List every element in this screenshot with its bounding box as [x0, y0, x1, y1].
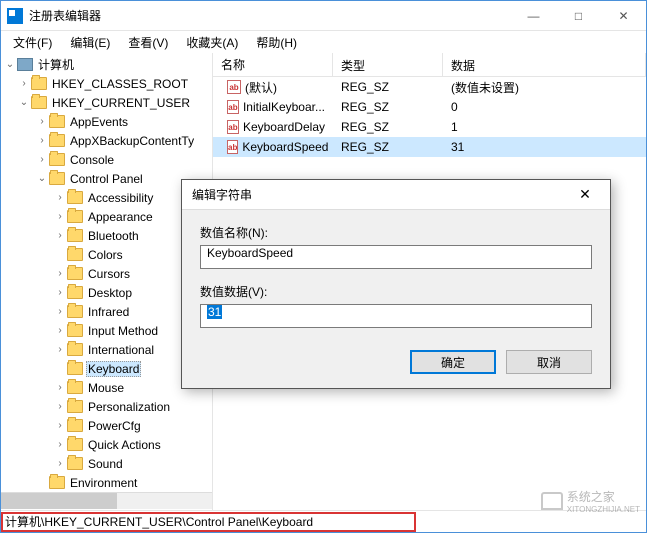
- tree-hkcu[interactable]: ⌄ HKEY_CURRENT_USER: [1, 93, 212, 112]
- folder-icon: [67, 229, 83, 242]
- value-name-label: 数值名称(N):: [200, 224, 592, 241]
- folder-icon: [67, 286, 83, 299]
- folder-icon: [67, 267, 83, 280]
- tree-sound[interactable]: ›Sound: [1, 454, 212, 473]
- folder-icon: [67, 324, 83, 337]
- expander-icon[interactable]: ⌄: [35, 173, 49, 184]
- folder-icon: [67, 210, 83, 223]
- expander-icon[interactable]: ›: [53, 382, 67, 393]
- menubar: 文件(F) 编辑(E) 查看(V) 收藏夹(A) 帮助(H): [1, 31, 646, 53]
- string-value-icon: ab: [227, 80, 241, 94]
- status-path: 计算机\HKEY_CURRENT_USER\Control Panel\Keyb…: [5, 513, 313, 530]
- expander-icon[interactable]: ›: [35, 135, 49, 146]
- expander-icon[interactable]: ›: [53, 458, 67, 469]
- dialog-close-button[interactable]: ✕: [570, 186, 600, 203]
- tree-console[interactable]: ›Console: [1, 150, 212, 169]
- string-value-icon: ab: [227, 100, 239, 114]
- menu-favorites[interactable]: 收藏夹(A): [178, 32, 246, 53]
- dialog-title: 编辑字符串: [192, 186, 570, 203]
- tree-environment[interactable]: Environment: [1, 473, 212, 492]
- folder-icon: [31, 77, 47, 90]
- folder-icon: [67, 438, 83, 451]
- expander-icon[interactable]: ›: [53, 287, 67, 298]
- folder-icon: [49, 115, 65, 128]
- expander-icon[interactable]: ›: [17, 78, 31, 89]
- menu-file[interactable]: 文件(F): [5, 32, 60, 53]
- value-data-label: 数值数据(V):: [200, 283, 592, 300]
- list-row[interactable]: abInitialKeyboar... REG_SZ 0: [213, 97, 646, 117]
- folder-icon: [67, 191, 83, 204]
- folder-icon: [49, 172, 65, 185]
- value-data-input[interactable]: 31: [200, 304, 592, 328]
- folder-icon: [31, 96, 47, 109]
- menu-view[interactable]: 查看(V): [120, 32, 176, 53]
- folder-icon: [67, 400, 83, 413]
- minimize-button[interactable]: —: [511, 1, 556, 31]
- scrollbar-horizontal[interactable]: [1, 492, 212, 509]
- edit-string-dialog: 编辑字符串 ✕ 数值名称(N): KeyboardSpeed 数值数据(V): …: [181, 179, 611, 389]
- window-controls: — □ ✕: [511, 1, 646, 31]
- cancel-button[interactable]: 取消: [506, 350, 592, 374]
- expander-icon[interactable]: ›: [35, 154, 49, 165]
- titlebar: 注册表编辑器 — □ ✕: [1, 1, 646, 31]
- dialog-titlebar[interactable]: 编辑字符串 ✕: [182, 180, 610, 210]
- tree-personalization[interactable]: ›Personalization: [1, 397, 212, 416]
- list-row[interactable]: abKeyboardDelay REG_SZ 1: [213, 117, 646, 137]
- tree-label: 计算机: [36, 56, 76, 73]
- expander-icon[interactable]: ›: [53, 306, 67, 317]
- folder-icon: [67, 248, 83, 261]
- tree-powercfg[interactable]: ›PowerCfg: [1, 416, 212, 435]
- string-value-icon: ab: [227, 120, 239, 134]
- list-header: 名称 类型 数据: [213, 53, 646, 77]
- folder-icon: [49, 134, 65, 147]
- tree-label: HKEY_CURRENT_USER: [50, 96, 192, 110]
- statusbar: 计算机\HKEY_CURRENT_USER\Control Panel\Keyb…: [1, 510, 646, 532]
- tree-hkcr[interactable]: › HKEY_CLASSES_ROOT: [1, 74, 212, 93]
- folder-icon: [49, 476, 65, 489]
- expander-icon[interactable]: ⌄: [17, 97, 31, 108]
- tree-appevents[interactable]: ›AppEvents: [1, 112, 212, 131]
- folder-icon: [49, 153, 65, 166]
- expander-icon[interactable]: ›: [53, 401, 67, 412]
- expander-icon[interactable]: ›: [53, 344, 67, 355]
- ok-button[interactable]: 确定: [410, 350, 496, 374]
- tree-quickactions[interactable]: ›Quick Actions: [1, 435, 212, 454]
- folder-icon: [67, 343, 83, 356]
- tree-label: HKEY_CLASSES_ROOT: [50, 77, 190, 91]
- header-name[interactable]: 名称: [213, 53, 333, 76]
- expander-icon[interactable]: ›: [53, 268, 67, 279]
- close-button[interactable]: ✕: [601, 1, 646, 31]
- expander-icon[interactable]: ⌄: [3, 59, 17, 70]
- tree-appxbackup[interactable]: ›AppXBackupContentTy: [1, 131, 212, 150]
- menu-help[interactable]: 帮助(H): [248, 32, 305, 53]
- menu-edit[interactable]: 编辑(E): [62, 32, 118, 53]
- header-data[interactable]: 数据: [443, 53, 646, 76]
- expander-icon[interactable]: ›: [53, 192, 67, 203]
- expander-icon[interactable]: ›: [53, 420, 67, 431]
- window-title: 注册表编辑器: [29, 7, 511, 24]
- folder-icon: [67, 362, 83, 375]
- string-value-icon: ab: [227, 140, 238, 154]
- maximize-button[interactable]: □: [556, 1, 601, 31]
- value-name-input[interactable]: KeyboardSpeed: [200, 245, 592, 269]
- expander-icon[interactable]: ›: [53, 439, 67, 450]
- list-row[interactable]: abKeyboardSpeed REG_SZ 31: [213, 137, 646, 157]
- folder-icon: [67, 419, 83, 432]
- folder-icon: [67, 381, 83, 394]
- status-path-highlight: 计算机\HKEY_CURRENT_USER\Control Panel\Keyb…: [1, 512, 416, 532]
- tree-root[interactable]: ⌄ 计算机: [1, 55, 212, 74]
- folder-icon: [67, 457, 83, 470]
- computer-icon: [17, 58, 33, 71]
- app-icon: [7, 8, 23, 24]
- expander-icon[interactable]: ›: [53, 211, 67, 222]
- expander-icon[interactable]: ›: [53, 230, 67, 241]
- folder-icon: [67, 305, 83, 318]
- list-row[interactable]: ab(默认) REG_SZ (数值未设置): [213, 77, 646, 97]
- expander-icon[interactable]: ›: [53, 325, 67, 336]
- expander-icon[interactable]: ›: [35, 116, 49, 127]
- header-type[interactable]: 类型: [333, 53, 443, 76]
